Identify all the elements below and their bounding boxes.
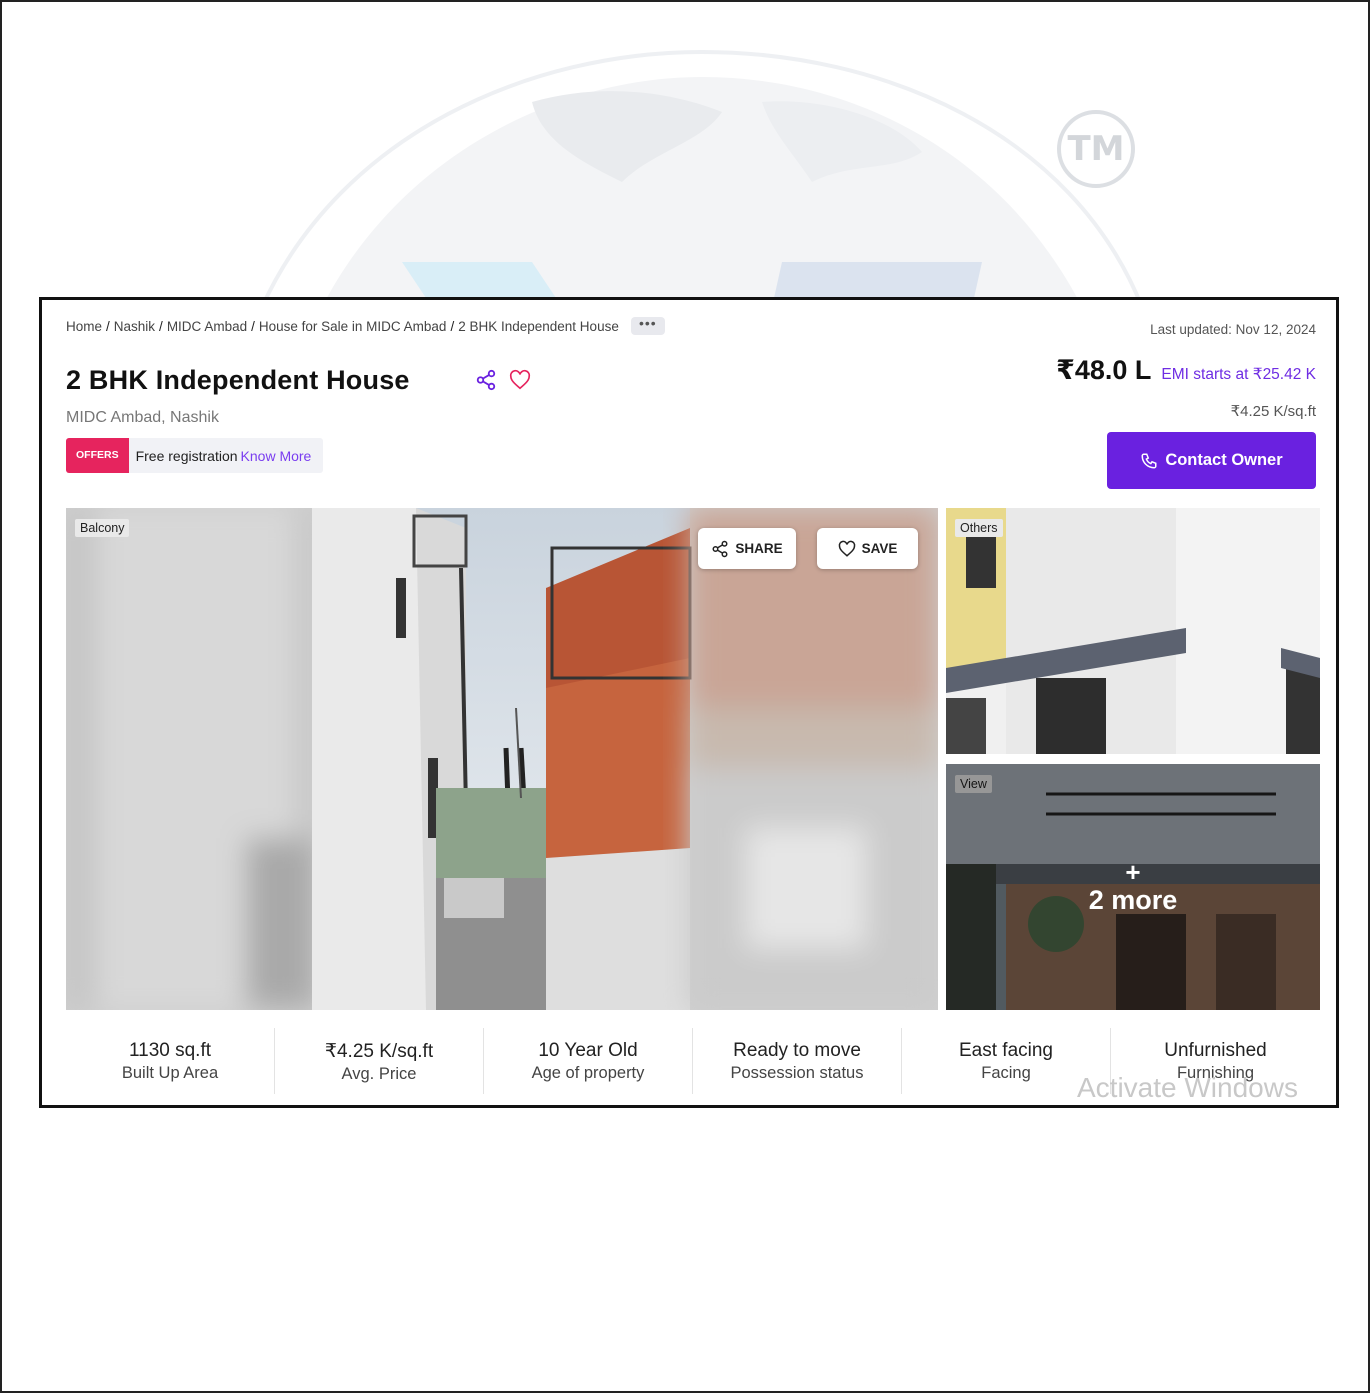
side-photo-view[interactable]: View + 2 more: [946, 764, 1320, 1010]
stat-possession: Ready to move Possession status: [693, 1028, 902, 1094]
page-frame: TM Home / Nashik / MIDC Ambad / House for S…: [0, 0, 1370, 1393]
know-more-link[interactable]: Know More: [241, 448, 312, 464]
stat-area: 1130 sq.ft Built Up Area: [66, 1028, 275, 1094]
contact-owner-button[interactable]: Contact Owner: [1107, 432, 1316, 489]
phone-icon: [1141, 453, 1157, 469]
main-photo-image: [66, 508, 938, 1010]
more-photos-overlay[interactable]: + 2 more: [946, 764, 1320, 1010]
stat-value: 1130 sq.ft: [128, 1040, 212, 1061]
property-panel: Home / Nashik / MIDC Ambad / House for Sale…: [39, 297, 1339, 1108]
share-label: SHARE: [735, 541, 783, 556]
offer-banner: OFFERS Free registration Know More: [66, 438, 324, 473]
save-button[interactable]: SAVE: [817, 528, 918, 569]
share-icon: [712, 540, 728, 557]
photo-gallery: Balcony SHARE SAVE Others View + 2 more: [66, 508, 1320, 1010]
stat-value: ₹4.25 K/sq.ft: [324, 1041, 434, 1062]
breadcrumb-locality[interactable]: MIDC Ambad: [167, 319, 247, 334]
heart-icon: [838, 540, 855, 557]
price-per-sqft: ₹4.25 K/sq.ft: [1230, 403, 1316, 420]
offer-text: Free registration: [135, 447, 238, 464]
stat-value: Ready to move: [733, 1040, 861, 1061]
property-price: ₹48.0 L: [1056, 355, 1152, 385]
activate-windows-overlay: Activate Windows: [1077, 1072, 1298, 1103]
stat-value: Unfurnished: [1164, 1040, 1267, 1061]
contact-owner-label: Contact Owner: [1165, 451, 1283, 469]
heart-icon[interactable]: [508, 368, 532, 392]
price-row: ₹48.0 L EMI starts at ₹25.42 K: [1056, 355, 1316, 386]
breadcrumb-category[interactable]: House for Sale in MIDC Ambad: [259, 319, 447, 334]
side-photo-others-image: [946, 508, 1320, 754]
stat-label: Built Up Area: [121, 1064, 219, 1082]
property-title: 2 BHK Independent House: [66, 365, 410, 395]
breadcrumb: Home / Nashik / MIDC Ambad / House for Sale…: [66, 316, 665, 335]
title-actions: [474, 368, 532, 392]
save-label: SAVE: [861, 541, 898, 556]
stat-label: Age of property: [531, 1064, 645, 1082]
stat-label: Avg. Price: [341, 1065, 417, 1083]
photo-tag-main: Balcony: [75, 519, 130, 537]
more-photos-label: 2 more: [1088, 884, 1178, 915]
share-button[interactable]: SHARE: [698, 528, 796, 569]
share-icon[interactable]: [474, 368, 498, 392]
offer-badge: OFFERS: [66, 438, 129, 473]
last-updated: Last updated: Nov 12, 2024: [1150, 322, 1316, 337]
breadcrumb-more-button[interactable]: •••: [630, 316, 665, 335]
stat-age: 10 Year Old Age of property: [484, 1028, 693, 1094]
stat-avg-price: ₹4.25 K/sq.ft Avg. Price: [275, 1028, 484, 1094]
breadcrumb-current: 2 BHK Independent House: [458, 318, 619, 334]
breadcrumb-home[interactable]: Home: [66, 319, 102, 334]
stat-label: Possession status: [730, 1064, 864, 1082]
breadcrumb-city[interactable]: Nashik: [114, 319, 155, 334]
emi-link[interactable]: EMI starts at ₹25.42 K: [1161, 365, 1316, 384]
more-plus: +: [1125, 856, 1141, 887]
side-photo-others[interactable]: Others: [946, 508, 1320, 754]
globe-watermark: [260, 49, 1144, 308]
property-location: MIDC Ambad, Nashik: [66, 409, 219, 426]
stat-value: East facing: [959, 1040, 1053, 1061]
tm-badge: TM: [1057, 110, 1135, 188]
main-photo[interactable]: Balcony SHARE SAVE: [66, 508, 938, 1010]
photo-tag-others: Others: [955, 519, 1003, 537]
stat-value: 10 Year Old: [538, 1040, 638, 1061]
